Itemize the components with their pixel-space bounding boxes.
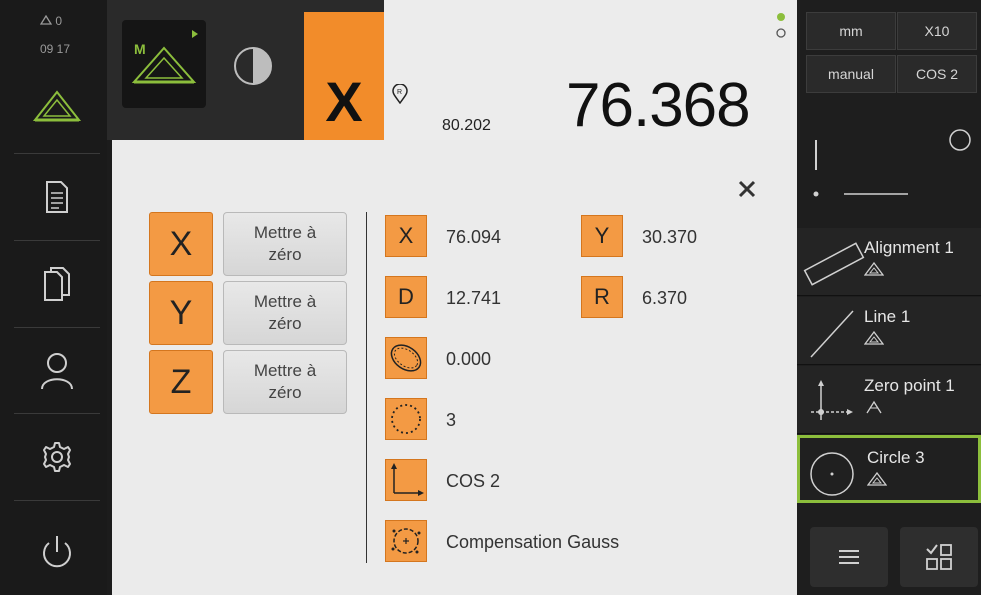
zero-z-label: Mettre à zéro: [253, 361, 317, 402]
circle-icon: [810, 452, 854, 496]
axis-y-button[interactable]: Y: [149, 281, 213, 345]
menu-settings[interactable]: [14, 415, 100, 499]
zero-x-button[interactable]: Mettre à zéro: [223, 212, 347, 276]
points-value: 3: [446, 410, 457, 430]
y-value: 30.370: [642, 227, 698, 247]
settings-icon: [43, 442, 71, 472]
preview-graphic: [813, 129, 971, 197]
status-dots[interactable]: [748, 0, 797, 60]
unit-selector[interactable]: mm: [806, 12, 896, 50]
coordinate-system-icon: [391, 463, 424, 496]
menu-protocol[interactable]: [14, 155, 100, 239]
axis-x-button[interactable]: X: [149, 212, 213, 276]
menu-file-management[interactable]: [14, 242, 100, 326]
measured-triangle-icon: [867, 472, 887, 486]
file-management-icon: [44, 267, 70, 301]
feature-label: Line 1: [864, 307, 911, 326]
measured-triangle-icon: [864, 262, 884, 276]
y-label-box: Y: [581, 215, 623, 257]
reference-pin-icon: R: [392, 83, 408, 105]
zero-y-label: Mettre à zéro: [253, 292, 317, 333]
feature-preview: [800, 102, 981, 228]
measured-triangle-icon: [864, 331, 884, 345]
alignment-icon: [803, 242, 865, 286]
reference-marker: R: [392, 83, 408, 109]
feature-circle-3[interactable]: Circle 3: [797, 435, 981, 503]
radius-label-box: R: [581, 276, 623, 318]
coord-system-value: COS 2: [446, 471, 501, 491]
hamburger-icon: [839, 550, 859, 564]
zero-z-button[interactable]: Mettre à zéro: [223, 350, 347, 414]
divider: [366, 212, 367, 563]
manual-measure-mode-icon: M: [131, 30, 198, 84]
fit-method-box: [385, 520, 427, 562]
axis-label: X: [325, 70, 363, 133]
user-icon: [41, 353, 73, 390]
form-error-box: [385, 337, 427, 379]
roundness-icon: [390, 344, 422, 372]
feature-label: Alignment 1: [864, 238, 954, 257]
menu-user[interactable]: [14, 329, 100, 413]
feature-zero-point-1[interactable]: Zero point 1: [797, 366, 981, 434]
protocol-icon: [46, 181, 68, 213]
feature-alignment-1[interactable]: Alignment 1: [797, 228, 981, 296]
point-cloud-icon: [391, 404, 421, 434]
contrast-button[interactable]: [232, 45, 274, 92]
warning-triangle-icon: [39, 14, 53, 25]
axis-indicator: X: [304, 12, 384, 140]
mode-letter: M: [134, 41, 146, 57]
close-icon: [738, 180, 756, 198]
radius-value: 6.370: [642, 288, 688, 308]
line-icon: [810, 310, 854, 358]
feature-view-button[interactable]: [900, 527, 978, 587]
feature-label: Zero point 1: [864, 376, 955, 395]
zoom-selector[interactable]: X10: [897, 12, 977, 50]
points-box: [385, 398, 427, 440]
svg-text:R: R: [397, 89, 402, 96]
power-icon: [43, 536, 71, 568]
zero-point-icon: [811, 380, 853, 420]
x-value: 76.094: [446, 227, 502, 247]
status-dots-icon: [776, 13, 786, 38]
coord-system-box: [385, 459, 427, 501]
menu-measure[interactable]: [14, 64, 100, 148]
actual-value: 76.368: [566, 71, 751, 140]
status-area: 0 09 17: [0, 0, 107, 60]
feature-label: Circle 3: [867, 448, 925, 467]
axis-z-button[interactable]: Z: [149, 350, 213, 414]
check-grid-icon: [926, 544, 952, 570]
clock: 09 17: [40, 42, 71, 56]
coordinate-system-selector[interactable]: COS 2: [897, 55, 977, 93]
menu-power[interactable]: [14, 510, 100, 594]
close-dialog-button[interactable]: [738, 174, 756, 205]
zero-x-label: Mettre à zéro: [253, 223, 317, 264]
warning-count: 0: [55, 14, 63, 28]
fit-method-value: Compensation Gauss: [446, 532, 620, 552]
menu-button[interactable]: [810, 527, 888, 587]
mode-selector[interactable]: manual: [806, 55, 896, 93]
warning-indicator[interactable]: 0: [39, 14, 63, 28]
diameter-label-box: D: [385, 276, 427, 318]
feature-line-1[interactable]: Line 1: [797, 297, 981, 365]
x-label-box: X: [385, 215, 427, 257]
diameter-value: 12.741: [446, 288, 502, 308]
measure-icon: [32, 90, 82, 122]
main-menu: 0 09 17: [0, 0, 107, 595]
constructed-feature-icon: [866, 400, 882, 414]
form-error-value: 0.000: [446, 349, 492, 369]
contrast-icon: [234, 47, 272, 85]
zero-y-button[interactable]: Mettre à zéro: [223, 281, 347, 345]
gauss-fit-icon: [391, 528, 421, 554]
measure-mode-tile[interactable]: M: [122, 20, 206, 108]
nominal-value: 80.202: [442, 117, 491, 134]
